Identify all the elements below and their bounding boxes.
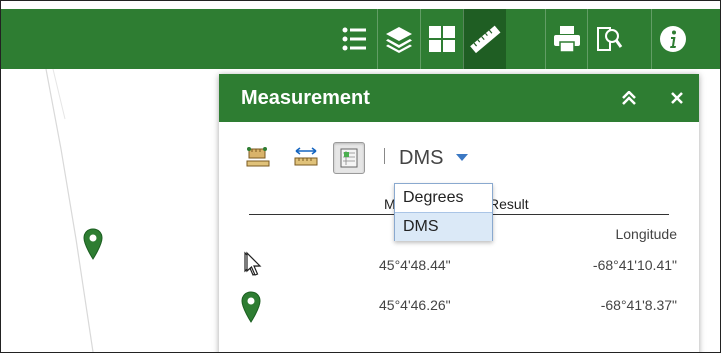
distance-tool-icon (294, 147, 318, 166)
legend-list-icon (342, 27, 366, 51)
map-pin-icon (241, 291, 261, 323)
ruler-icon (470, 25, 501, 53)
toolbar-divider (384, 148, 385, 164)
distance-tool-button[interactable] (291, 142, 321, 172)
collapse-button[interactable] (617, 86, 641, 110)
layers-icon (386, 27, 412, 53)
print-icon (554, 26, 580, 53)
longitude-header: Longitude (615, 226, 677, 242)
measurement-tools: DMS (219, 122, 699, 182)
legend-list-button[interactable] (334, 9, 376, 69)
layers-button[interactable] (377, 9, 420, 69)
chevron-double-up-icon (622, 91, 636, 105)
area-tool-icon (246, 147, 270, 167)
dropdown-option-degrees[interactable]: Degrees (395, 184, 492, 212)
print-button[interactable] (545, 9, 588, 69)
result-column-header: Result (489, 196, 529, 212)
basemap-grid-icon (429, 26, 455, 52)
app-frame: Measurement DMS M Result Longitude 45°4'… (0, 0, 721, 353)
panel-title: Measurement (241, 86, 370, 109)
latitude-value: 45°4'46.26" (379, 297, 451, 313)
close-button[interactable] (665, 86, 689, 110)
measurement-button[interactable] (463, 9, 506, 69)
mouse-cursor-icon (246, 251, 262, 276)
chevron-down-icon[interactable] (456, 154, 468, 161)
unit-select[interactable]: DMS (399, 147, 443, 170)
basemap-button[interactable] (420, 9, 463, 69)
search-document-icon (597, 27, 623, 51)
query-button[interactable] (587, 9, 630, 69)
dropdown-option-dms[interactable]: DMS (395, 212, 492, 241)
unit-dropdown: Degrees DMS (394, 183, 493, 241)
location-tool-icon (340, 148, 358, 168)
latitude-value: 45°4'48.44" (379, 257, 451, 273)
info-button[interactable] (651, 9, 694, 69)
table-row: 45°4'48.44" -68°41'10.41" (219, 251, 699, 281)
map-pin-icon[interactable] (83, 228, 103, 260)
info-icon (660, 26, 686, 52)
table-row: 45°4'46.26" -68°41'8.37" (219, 291, 699, 323)
longitude-value: -68°41'10.41" (592, 257, 677, 273)
location-tool-button[interactable] (333, 142, 365, 174)
map-toolbar (1, 9, 720, 69)
panel-header: Measurement (219, 74, 699, 122)
area-tool-button[interactable] (243, 142, 273, 172)
longitude-value: -68°41'8.37" (600, 297, 677, 313)
close-icon (671, 92, 683, 104)
